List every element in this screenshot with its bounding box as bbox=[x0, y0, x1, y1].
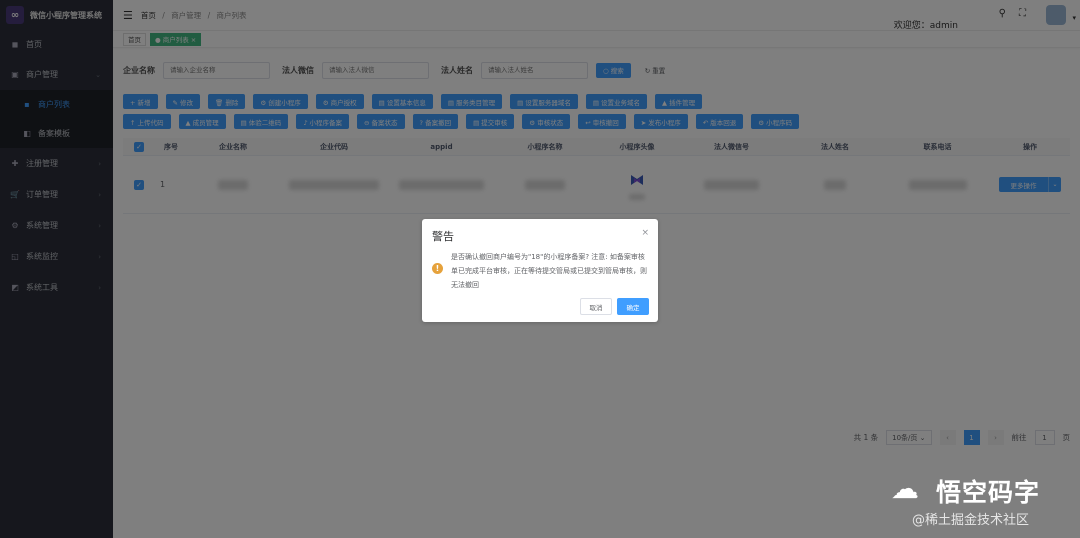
wechat-logo-icon: ☁ bbox=[891, 472, 919, 505]
warning-dialog: 警告 × ! 是否确认撤回商户编号为"18"的小程序备案? 注意: 如备案审核单… bbox=[422, 219, 658, 322]
close-icon[interactable]: × bbox=[641, 228, 649, 238]
dialog-title: 警告 bbox=[432, 230, 454, 243]
warning-icon: ! bbox=[432, 263, 443, 274]
confirm-button[interactable]: 确定 bbox=[617, 298, 649, 315]
watermark-title: 悟空码字 bbox=[936, 478, 1041, 507]
watermark-subtitle: @稀土掘金技术社区 bbox=[912, 513, 1030, 528]
cancel-button[interactable]: 取消 bbox=[580, 298, 612, 315]
dialog-message: 是否确认撤回商户编号为"18"的小程序备案? 注意: 如备案审核单已完成平台审核… bbox=[451, 253, 647, 289]
